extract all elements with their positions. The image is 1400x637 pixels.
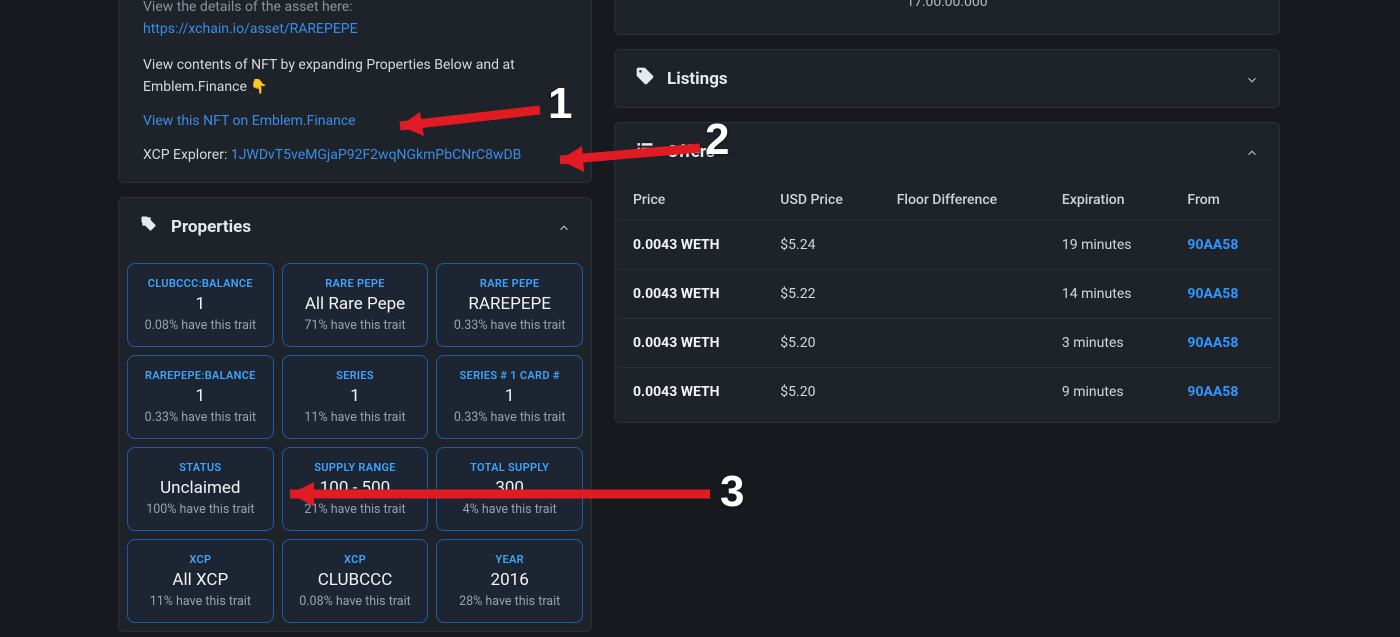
- col-floor-difference: Floor Difference: [883, 180, 1048, 221]
- annotation-arrow-3: [260, 474, 720, 514]
- trait-card[interactable]: CLUBCCC:BALANCE 1 0.08% have this trait: [127, 263, 274, 347]
- view-on-emblem-link[interactable]: View this NFT on Emblem.Finance: [143, 113, 356, 129]
- trait-frequency: 0.33% have this trait: [145, 410, 257, 425]
- annotation-number-3: 3: [720, 470, 744, 514]
- trait-value: All Rare Pepe: [305, 294, 405, 314]
- annotation-arrow-2: [530, 132, 710, 182]
- trait-card[interactable]: SERIES 1 11% have this trait: [282, 355, 429, 439]
- trait-label: YEAR: [495, 553, 524, 566]
- sale-countdown-panel: 17:00:00.000: [614, 0, 1280, 35]
- trait-value: RAREPEPE: [468, 294, 550, 314]
- offer-floor-difference: [883, 319, 1048, 368]
- offer-floor-difference: [883, 368, 1048, 417]
- offer-usd-price: $5.22: [766, 270, 882, 319]
- asset-link[interactable]: https://xchain.io/asset/RAREPEPE: [143, 21, 358, 37]
- offer-usd-price: $5.24: [766, 221, 882, 270]
- offer-row: 0.0043 WETH$5.20 9 minutes 90AA58: [619, 368, 1275, 417]
- offer-row: 0.0043 WETH$5.22 14 minutes 90AA58: [619, 270, 1275, 319]
- col-from: From: [1173, 180, 1275, 221]
- trait-card[interactable]: RARE PEPE All Rare Pepe 71% have this trai…: [282, 263, 429, 347]
- offer-from-link[interactable]: 90AA58: [1187, 237, 1238, 253]
- trait-frequency: 0.08% have this trait: [299, 594, 411, 609]
- properties-header[interactable]: Properties: [119, 198, 591, 255]
- listings-title: Listings: [667, 69, 728, 89]
- trait-label: XCP: [344, 553, 366, 566]
- trait-label: XCP: [189, 553, 211, 566]
- trait-card[interactable]: STATUS Unclaimed 100% have this trait: [127, 447, 274, 531]
- annotation-arrow-1: [370, 92, 550, 142]
- trait-label: RARE PEPE: [325, 277, 384, 290]
- offer-usd-price: $5.20: [766, 319, 882, 368]
- trait-card[interactable]: RARE PEPE RAREPEPE 0.33% have this trait: [436, 263, 583, 347]
- offer-price: 0.0043 WETH: [619, 270, 766, 319]
- xcp-explorer-address-link[interactable]: 1JWDvT5veMGjaP92F2wqNGkmPbCNrC8wDB: [231, 147, 522, 163]
- offer-from-link[interactable]: 90AA58: [1187, 335, 1238, 351]
- properties-grid: CLUBCCC:BALANCE 1 0.08% have this trait RAR…: [119, 255, 591, 631]
- offer-usd-price: $5.20: [766, 368, 882, 417]
- trait-card[interactable]: SERIES # 1 CARD # 1 0.33% have this trait: [436, 355, 583, 439]
- offer-expiration: 14 minutes: [1048, 270, 1174, 319]
- tag-icon: [139, 214, 159, 239]
- offer-from-link[interactable]: 90AA58: [1187, 384, 1238, 400]
- trait-label: RARE PEPE: [480, 277, 539, 290]
- trait-label: CLUBCCC:BALANCE: [148, 277, 253, 290]
- trait-frequency: 100% have this trait: [146, 502, 254, 517]
- sale-countdown-time: 17:00:00.000: [615, 0, 1279, 34]
- listings-header[interactable]: Listings: [615, 50, 1279, 107]
- trait-frequency: 11% have this trait: [150, 594, 251, 609]
- trait-label: SERIES: [336, 369, 374, 382]
- trait-value: 2016: [491, 570, 529, 590]
- col-expiration: Expiration: [1048, 180, 1174, 221]
- offer-price: 0.0043 WETH: [619, 319, 766, 368]
- properties-title: Properties: [171, 217, 251, 237]
- trait-frequency: 0.33% have this trait: [454, 410, 566, 425]
- offers-table: Price USD Price Floor Difference Expirat…: [619, 180, 1275, 416]
- trait-label: RAREPEPE:BALANCE: [145, 369, 256, 382]
- trait-frequency: 28% have this trait: [459, 594, 560, 609]
- offer-row: 0.0043 WETH$5.24 19 minutes 90AA58: [619, 221, 1275, 270]
- listings-panel: Listings: [614, 49, 1280, 108]
- trait-value: 1: [196, 386, 206, 406]
- offer-expiration: 9 minutes: [1048, 368, 1174, 417]
- trait-value: All XCP: [172, 570, 228, 590]
- trait-frequency: 11% have this trait: [304, 410, 405, 425]
- trait-label: STATUS: [179, 461, 221, 474]
- chevron-down-icon: [1245, 72, 1259, 86]
- description-cutoff-line: View the details of the asset here:: [143, 0, 567, 18]
- chevron-up-icon: [557, 220, 571, 234]
- trait-value: Unclaimed: [160, 478, 240, 498]
- trait-value: 1: [350, 386, 360, 406]
- trait-value: CLUBCCC: [318, 570, 393, 590]
- trait-value: 1: [196, 294, 206, 314]
- trait-frequency: 0.33% have this trait: [454, 318, 566, 333]
- properties-panel: Properties CLUBCCC:BALANCE 1 0.08% have th…: [118, 197, 592, 632]
- price-tag-icon: [635, 66, 655, 91]
- col-price: Price: [619, 180, 766, 221]
- trait-label: TOTAL SUPPLY: [470, 461, 549, 474]
- trait-card[interactable]: XCP CLUBCCC 0.08% have this trait: [282, 539, 429, 623]
- xcp-explorer-label: XCP Explorer:: [143, 147, 231, 163]
- offers-panel: Offers Price USD Price Floor Difference …: [614, 122, 1280, 423]
- offer-price: 0.0043 WETH: [619, 221, 766, 270]
- offer-from-link[interactable]: 90AA58: [1187, 286, 1238, 302]
- trait-frequency: 0.08% have this trait: [145, 318, 257, 333]
- offer-price: 0.0043 WETH: [619, 368, 766, 417]
- annotation-number-1: 1: [548, 82, 572, 126]
- offer-expiration: 3 minutes: [1048, 319, 1174, 368]
- trait-card[interactable]: XCP All XCP 11% have this trait: [127, 539, 274, 623]
- trait-card[interactable]: RAREPEPE:BALANCE 1 0.33% have this trait: [127, 355, 274, 439]
- offer-row: 0.0043 WETH$5.20 3 minutes 90AA58: [619, 319, 1275, 368]
- trait-label: SUPPLY RANGE: [314, 461, 396, 474]
- trait-frequency: 71% have this trait: [304, 318, 405, 333]
- offer-floor-difference: [883, 221, 1048, 270]
- trait-label: SERIES # 1 CARD #: [460, 369, 560, 382]
- col-usd-price: USD Price: [766, 180, 882, 221]
- offer-floor-difference: [883, 270, 1048, 319]
- trait-value: 1: [505, 386, 515, 406]
- offer-expiration: 19 minutes: [1048, 221, 1174, 270]
- trait-card[interactable]: YEAR 2016 28% have this trait: [436, 539, 583, 623]
- chevron-up-icon: [1245, 145, 1259, 159]
